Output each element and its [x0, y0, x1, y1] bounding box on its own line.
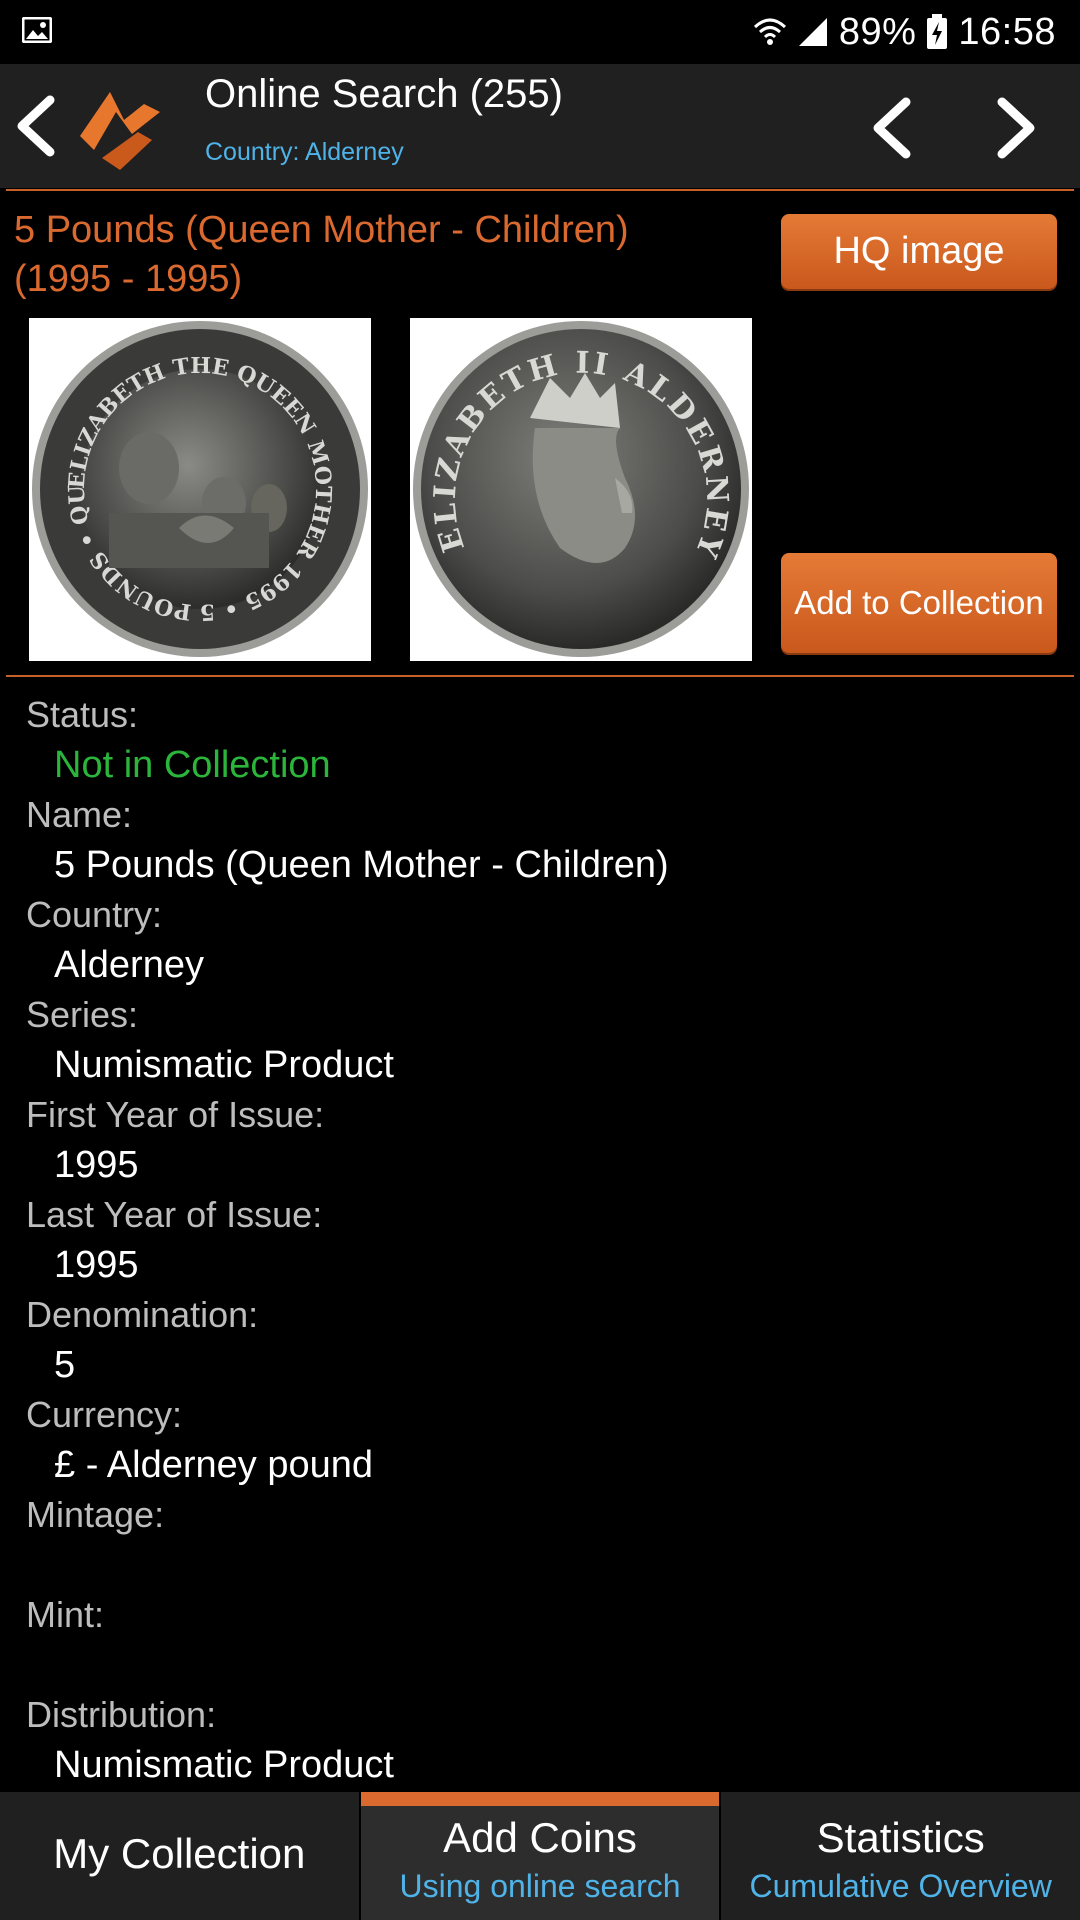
app-logo-icon — [80, 92, 160, 170]
detail-value: 1995 — [54, 1144, 139, 1186]
coin-title-name: 5 Pounds (Queen Mother - Children) — [14, 209, 629, 251]
tab-label: Statistics — [816, 1814, 985, 1861]
previous-arrow-icon[interactable] — [862, 96, 922, 160]
wifi-icon — [753, 18, 786, 45]
detail-last-year: Last Year of Issue: 1995 — [26, 1190, 1056, 1290]
battery-charging-icon — [927, 14, 948, 49]
tab-sublabel: Using online search — [399, 1868, 681, 1904]
bottom-navigation: My Collection Add Coins Using online sea… — [0, 1792, 1080, 1920]
divider — [6, 675, 1074, 677]
status-bar: 89% 16:58 — [0, 0, 1080, 64]
detail-mintage: Mintage: — [26, 1490, 1056, 1590]
detail-mint: Mint: — [26, 1590, 1056, 1690]
tab-my-collection[interactable]: My Collection — [0, 1792, 361, 1920]
coin-obverse-image[interactable]: ELIZABETH THE QUEEN MOTHER 1995 • 5 POUN… — [19, 298, 371, 661]
detail-value: £ - Alderney pound — [54, 1444, 374, 1486]
add-to-collection-button[interactable]: Add to Collection — [781, 553, 1057, 653]
detail-distribution: Distribution: Numismatic Product — [26, 1690, 1056, 1790]
page-subtitle: Country: Alderney — [205, 138, 404, 166]
coin-title-years: (1995 - 1995) — [14, 258, 243, 300]
detail-value: 5 Pounds (Queen Mother - Children) — [54, 844, 669, 886]
back-arrow-icon[interactable] — [10, 94, 60, 158]
next-arrow-icon[interactable] — [986, 96, 1046, 160]
detail-label: Mint: — [26, 1594, 105, 1635]
detail-series: Series: Numismatic Product — [26, 990, 1056, 1090]
detail-currency: Currency: £ - Alderney pound — [26, 1390, 1056, 1490]
tab-label: Add Coins — [443, 1814, 637, 1861]
tab-sublabel: Cumulative Overview — [749, 1868, 1052, 1904]
tab-add-coins[interactable]: Add Coins Using online search — [360, 1792, 722, 1920]
tab-statistics[interactable]: Statistics Cumulative Overview — [721, 1792, 1080, 1920]
detail-value: Numismatic Product — [54, 1044, 394, 1086]
coin-obverse-icon: ELIZABETH THE QUEEN MOTHER 1995 • 5 POUN… — [19, 298, 368, 657]
active-tab-indicator — [360, 1792, 720, 1806]
status-value: Not in Collection — [54, 744, 331, 786]
detail-first-year: First Year of Issue: 1995 — [26, 1090, 1056, 1190]
coin-details: Status: Not in Collection Name: 5 Pounds… — [26, 690, 1056, 1790]
detail-value: 5 — [54, 1344, 76, 1386]
detail-denomination: Denomination: 5 — [26, 1290, 1056, 1390]
detail-label: Denomination: — [26, 1294, 259, 1335]
coin-reverse-icon: ELIZABETH II ALDERNEY — [413, 321, 749, 657]
detail-label: Last Year of Issue: — [26, 1194, 323, 1235]
detail-name: Name: 5 Pounds (Queen Mother - Children) — [26, 790, 1056, 890]
detail-value: 1995 — [54, 1244, 139, 1286]
detail-label: Status: — [26, 694, 139, 735]
detail-value: Alderney — [54, 944, 204, 986]
detail-country: Country: Alderney — [26, 890, 1056, 990]
detail-label: Name: — [26, 794, 133, 835]
detail-label: Series: — [26, 994, 139, 1035]
divider — [6, 189, 1074, 191]
detail-label: First Year of Issue: — [26, 1094, 325, 1135]
detail-status: Status: Not in Collection — [26, 690, 1056, 790]
gallery-notification-icon — [22, 17, 52, 43]
detail-label: Distribution: — [26, 1694, 217, 1735]
tab-label: My Collection — [53, 1830, 306, 1877]
detail-label: Country: — [26, 894, 163, 935]
coin-reverse-image[interactable]: ELIZABETH II ALDERNEY — [410, 318, 752, 661]
detail-label: Currency: — [26, 1394, 183, 1435]
battery-percentage: 89% — [838, 10, 917, 53]
clock: 16:58 — [958, 10, 1056, 53]
action-bar: Online Search (255) Country: Alderney — [0, 64, 1080, 188]
hq-image-button[interactable]: HQ image — [781, 214, 1057, 289]
detail-value: Numismatic Product — [54, 1744, 394, 1786]
coin-title: 5 Pounds (Queen Mother - Children) (1995… — [14, 206, 754, 304]
signal-icon — [798, 18, 827, 46]
page-title: Online Search (255) — [205, 72, 563, 116]
detail-label: Mintage: — [26, 1494, 165, 1535]
